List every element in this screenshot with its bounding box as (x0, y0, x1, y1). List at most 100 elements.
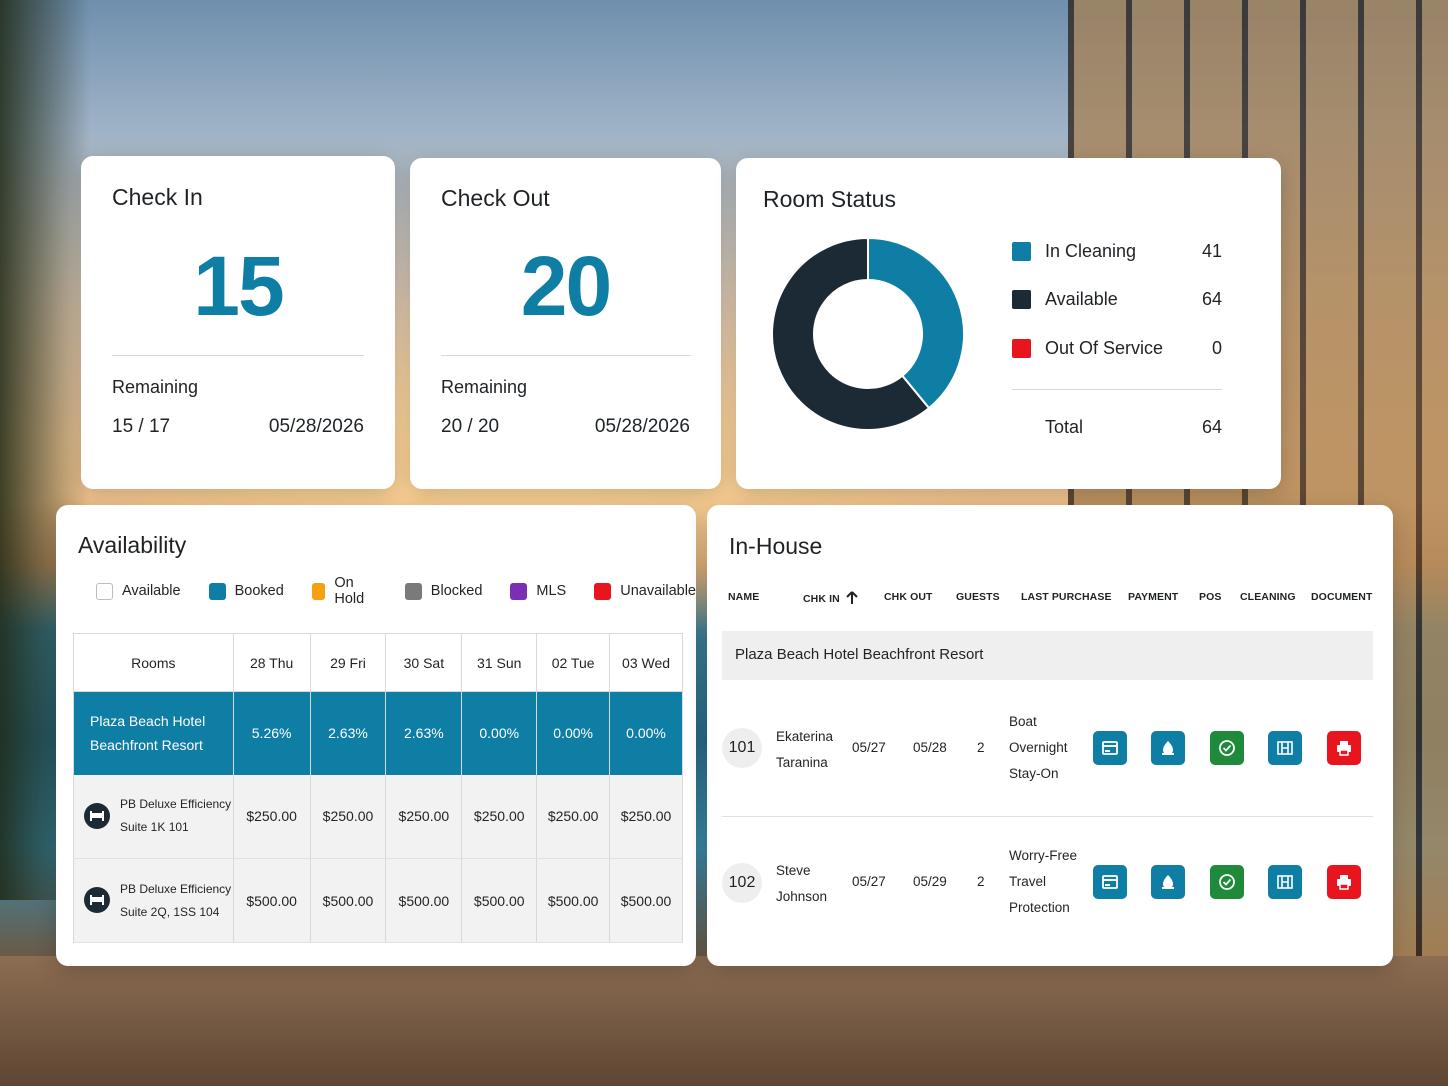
cleaning-check-icon (1219, 874, 1235, 890)
out-of-service-swatch (1012, 339, 1031, 358)
check-out-date: 05/28/2026 (594, 416, 690, 437)
col-header-date[interactable]: 31 Sun (461, 633, 538, 692)
occupancy-cell[interactable]: 2.63% (309, 691, 387, 775)
room-rate-row[interactable]: PB Deluxe Efficiency Suite 2Q, 1SS 104 $… (73, 858, 683, 943)
occupancy-cell[interactable]: 0.00% (609, 691, 683, 775)
col-header-date[interactable]: 03 Wed (609, 633, 683, 692)
col-header-pos[interactable]: POS (1199, 591, 1221, 603)
col-header-date[interactable]: 29 Fri (309, 633, 387, 692)
cleaning-button[interactable] (1210, 731, 1244, 765)
legend-item-blocked: Blocked (404, 581, 482, 601)
hotel-occupancy-row[interactable]: Plaza Beach Hotel Beachfront Resort 5.26… (73, 691, 683, 775)
document-button[interactable] (1268, 865, 1302, 899)
rate-cell[interactable]: $500.00 (461, 858, 538, 943)
in-house-card: In-House NAME CHK IN CHK OUT GUESTS LAST… (707, 505, 1393, 966)
room-rate-row[interactable]: PB Deluxe Efficiency Suite 1K 101 $250.0… (73, 774, 683, 859)
print-button[interactable] (1327, 731, 1361, 765)
rate-cell[interactable]: $500.00 (309, 858, 387, 943)
in-cleaning-value: 41 (1201, 241, 1222, 261)
check-out-count: 20 (520, 239, 612, 333)
check-out-remaining-label: Remaining (441, 377, 528, 397)
check-in-title: Check In (112, 184, 203, 210)
rate-cell[interactable]: $250.00 (609, 774, 683, 859)
in-house-title: In-House (729, 533, 823, 559)
room-status-divider (1012, 389, 1222, 390)
rate-cell[interactable]: $500.00 (232, 858, 311, 943)
document-icon (1277, 875, 1293, 889)
rate-cell[interactable]: $250.00 (461, 774, 538, 859)
guest-name[interactable]: Ekaterina Taranina (776, 724, 833, 776)
rate-cell[interactable]: $500.00 (609, 858, 683, 943)
col-header-date[interactable]: 02 Tue (536, 633, 611, 692)
check-in-count: 15 (193, 239, 284, 333)
payment-button[interactable] (1093, 865, 1127, 899)
chk-in-label: CHK IN (803, 593, 840, 605)
check-out-card[interactable]: Check Out 20 Remaining 20 / 20 05/28/202… (410, 158, 721, 489)
check-in-date: 05/27 (852, 874, 886, 889)
in-cleaning-label: In Cleaning (1045, 241, 1137, 261)
rate-cell[interactable]: $250.00 (232, 774, 311, 859)
unavailable-swatch (594, 582, 612, 600)
col-header-document[interactable]: DOCUMENT (1311, 591, 1372, 603)
col-header-chk-out[interactable]: CHK OUT (884, 591, 933, 603)
legend-on-hold-label: On Hold (334, 575, 365, 607)
purchase-line: Worry-Free (1009, 848, 1078, 863)
blocked-swatch (404, 582, 422, 600)
guest-name[interactable]: Steve Johnson (776, 858, 827, 910)
hotel-group-name: Plaza Beach Hotel Beachfront Resort (735, 646, 984, 663)
check-in-card[interactable]: Check In 15 Remaining 15 / 17 05/28/2026 (81, 156, 395, 489)
col-header-date[interactable]: 30 Sat (385, 633, 463, 692)
occupancy-cell[interactable]: 0.00% (461, 691, 538, 775)
check-in-date: 05/27 (852, 740, 886, 755)
bed-icon (84, 802, 110, 829)
room-type-line2: Suite 1K 101 (120, 820, 189, 835)
rate-cell[interactable]: $500.00 (385, 858, 463, 943)
room-type-line1: PB Deluxe Efficiency (120, 797, 232, 812)
room-type-line1: PB Deluxe Efficiency (120, 881, 232, 896)
available-label: Available (1045, 289, 1118, 309)
col-header-last-purchase[interactable]: LAST PURCHASE (1021, 591, 1112, 603)
guest-row[interactable]: 102 Steve Johnson 05/27 05/29 2 Worry-Fr… (722, 816, 1373, 950)
pos-icon (1162, 875, 1174, 889)
guest-row[interactable]: 101 Ekaterina Taranina 05/27 05/28 2 Boa… (722, 681, 1373, 815)
payment-button[interactable] (1093, 731, 1127, 765)
total-value: 64 (1201, 417, 1222, 437)
mls-swatch (510, 582, 528, 600)
sort-ascending-icon[interactable] (846, 591, 858, 605)
pos-button[interactable] (1151, 731, 1185, 765)
cleaning-button[interactable] (1210, 865, 1244, 899)
col-header-chk-in[interactable]: CHK IN (803, 591, 858, 605)
total-label: Total (1045, 417, 1084, 437)
col-header-payment[interactable]: PAYMENT (1128, 591, 1178, 603)
rate-cell[interactable]: $250.00 (536, 774, 611, 859)
col-header-date[interactable]: 28 Thu (232, 633, 311, 692)
available-swatch (96, 582, 113, 600)
rate-cell[interactable]: $500.00 (536, 858, 611, 943)
check-in-divider (112, 355, 364, 356)
pos-button[interactable] (1151, 865, 1185, 899)
donut-slice-in-cleaning[interactable] (867, 236, 965, 410)
rate-cell[interactable]: $250.00 (309, 774, 387, 859)
col-header-cleaning[interactable]: CLEANING (1240, 591, 1296, 603)
check-out-date: 05/29 (913, 874, 947, 889)
check-in-date: 05/28/2026 (268, 416, 364, 437)
print-icon (1337, 875, 1351, 890)
last-purchase: Boat Overnight Stay-On (1009, 709, 1068, 787)
rate-cell[interactable]: $250.00 (385, 774, 463, 859)
hotel-name-cell: Plaza Beach Hotel Beachfront Resort (73, 691, 234, 775)
room-type-cell[interactable]: PB Deluxe Efficiency Suite 1K 101 (73, 774, 234, 859)
print-button[interactable] (1327, 865, 1361, 899)
available-value: 64 (1201, 289, 1222, 309)
legend-unavailable-label: Unavailable (620, 583, 696, 599)
occupancy-cell[interactable]: 0.00% (536, 691, 611, 775)
document-button[interactable] (1268, 731, 1302, 765)
out-of-service-value: 0 (1211, 338, 1222, 358)
check-out-title: Check Out (441, 185, 550, 211)
hotel-group-header[interactable]: Plaza Beach Hotel Beachfront Resort (722, 631, 1373, 680)
col-header-guests[interactable]: GUESTS (956, 591, 1000, 603)
occupancy-cell[interactable]: 2.63% (385, 691, 463, 775)
occupancy-cell[interactable]: 5.26% (232, 691, 311, 775)
col-header-name[interactable]: NAME (728, 591, 759, 603)
hotel-name-line2: Beachfront Resort (90, 737, 203, 754)
room-type-cell[interactable]: PB Deluxe Efficiency Suite 2Q, 1SS 104 (73, 858, 234, 943)
